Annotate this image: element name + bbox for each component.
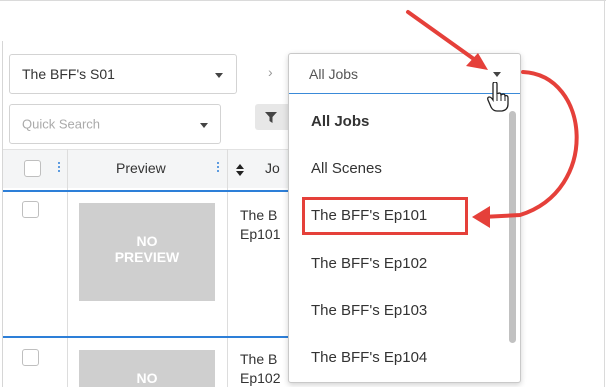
hand-pointer-icon: [487, 82, 509, 112]
annotation-arrow: [406, 10, 579, 228]
app-frame: The BFF's S01 › Quick Search Preview Jo …: [0, 0, 606, 387]
